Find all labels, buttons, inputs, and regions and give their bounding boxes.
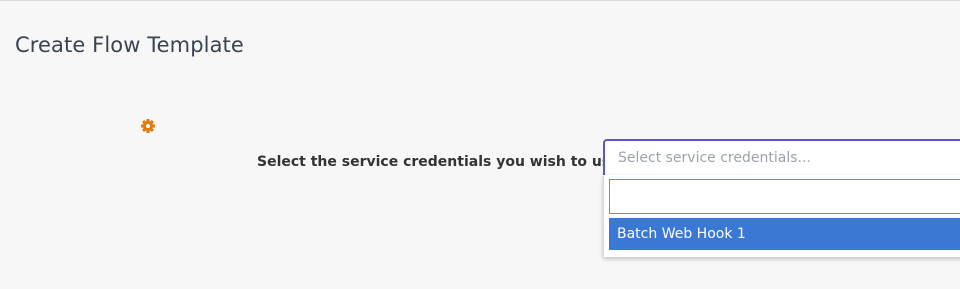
credentials-label: Select the service credentials you wish … xyxy=(257,154,626,170)
option-batch-web-hook-1[interactable]: Batch Web Hook 1 xyxy=(609,218,960,250)
credentials-dropdown: Batch Web Hook 1 xyxy=(603,175,960,257)
credentials-select-placeholder: Select service credentials... xyxy=(618,150,811,166)
top-divider xyxy=(0,0,960,1)
credentials-select[interactable]: Select service credentials... xyxy=(603,139,960,175)
credentials-search-input[interactable] xyxy=(609,179,960,214)
gear-icon[interactable] xyxy=(140,118,156,134)
page-title: Create Flow Template xyxy=(15,33,244,57)
